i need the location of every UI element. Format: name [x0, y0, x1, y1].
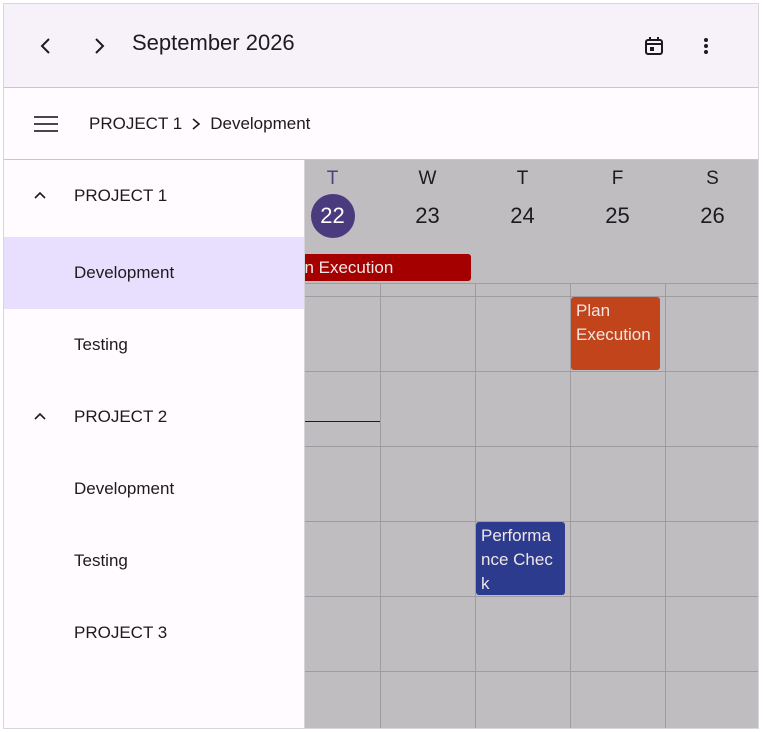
tree-item-label: Testing	[74, 551, 128, 570]
grid-line	[475, 283, 476, 728]
tree-item-project-3[interactable]: PROJECT 3	[4, 597, 304, 669]
top-app-bar: September 2026	[4, 4, 758, 88]
day-number[interactable]: 26	[691, 194, 735, 238]
event-title: Plan Execution	[576, 301, 651, 344]
tree-item-label: Development	[74, 263, 175, 282]
chevron-left-icon	[40, 38, 50, 54]
day-letter: S	[706, 168, 719, 189]
tree-item-label: Testing	[74, 335, 128, 354]
today-date-badge[interactable]: 22	[310, 194, 355, 238]
event-title: an Execution	[295, 258, 394, 277]
event-plan-execution[interactable]: Plan Execution	[571, 297, 660, 370]
event-title: Performance Check	[481, 526, 553, 593]
day-header[interactable]: F 25	[570, 160, 665, 238]
event-performance-check[interactable]: Performance Check	[476, 522, 565, 595]
breadcrumb-bar: PROJECT 1 Development	[4, 88, 758, 160]
today-button[interactable]	[634, 26, 674, 66]
grid-line	[665, 283, 666, 728]
tree-item-project-2[interactable]: PROJECT 2	[4, 381, 304, 453]
grid-line	[304, 596, 758, 597]
chevron-right-icon	[95, 38, 105, 54]
tree-item-project-2-development[interactable]: Development	[4, 453, 304, 525]
day-letter: T	[516, 168, 529, 189]
grid-line	[304, 283, 758, 284]
chevron-up-icon[interactable]	[32, 408, 48, 424]
tree-item-label: Development	[74, 479, 175, 498]
tree-item-project-1-development[interactable]: Development	[4, 237, 304, 309]
grid-line	[304, 296, 758, 297]
tree-item-label: PROJECT 3	[74, 623, 168, 642]
next-month-button[interactable]	[79, 26, 119, 66]
chevron-right-icon	[192, 118, 201, 130]
grid-line	[304, 446, 758, 447]
day-letter: F	[611, 168, 624, 189]
drawer-toggle-button[interactable]	[26, 104, 66, 144]
day-number[interactable]: 25	[596, 194, 640, 238]
tree-item-project-1-testing[interactable]: Testing	[4, 309, 304, 381]
tree-item-label: PROJECT 1	[74, 186, 168, 205]
previous-month-button[interactable]	[26, 26, 66, 66]
tree-item-label: PROJECT 2	[74, 407, 168, 426]
day-header[interactable]: W 23	[380, 160, 475, 238]
more-options-button[interactable]	[686, 26, 726, 66]
day-header[interactable]: T 24	[475, 160, 570, 238]
more-vert-icon	[704, 38, 708, 54]
breadcrumb-item-current: Development	[210, 114, 311, 133]
month-title[interactable]: September 2026	[132, 30, 295, 56]
project-drawer: PROJECT 1 Development Testing PROJECT 2 …	[4, 160, 304, 728]
calendar-today-icon	[645, 37, 663, 55]
hamburger-menu-icon	[34, 116, 58, 132]
tree-item-project-1[interactable]: PROJECT 1	[4, 160, 304, 232]
current-time-indicator	[304, 421, 380, 422]
grid-line	[304, 671, 758, 672]
day-number[interactable]: 23	[406, 194, 450, 238]
tree-item-project-2-testing[interactable]: Testing	[4, 525, 304, 597]
day-header[interactable]: S 26	[665, 160, 758, 238]
day-number[interactable]: 24	[501, 194, 545, 238]
breadcrumb: PROJECT 1 Development	[89, 114, 310, 134]
chevron-up-icon[interactable]	[32, 187, 48, 203]
breadcrumb-item-project[interactable]: PROJECT 1	[89, 114, 182, 134]
day-letter: W	[418, 168, 437, 189]
app-window: September 2026 PROJECT 1 Development T 2…	[3, 3, 759, 729]
grid-line	[304, 371, 758, 372]
grid-line	[380, 283, 381, 728]
